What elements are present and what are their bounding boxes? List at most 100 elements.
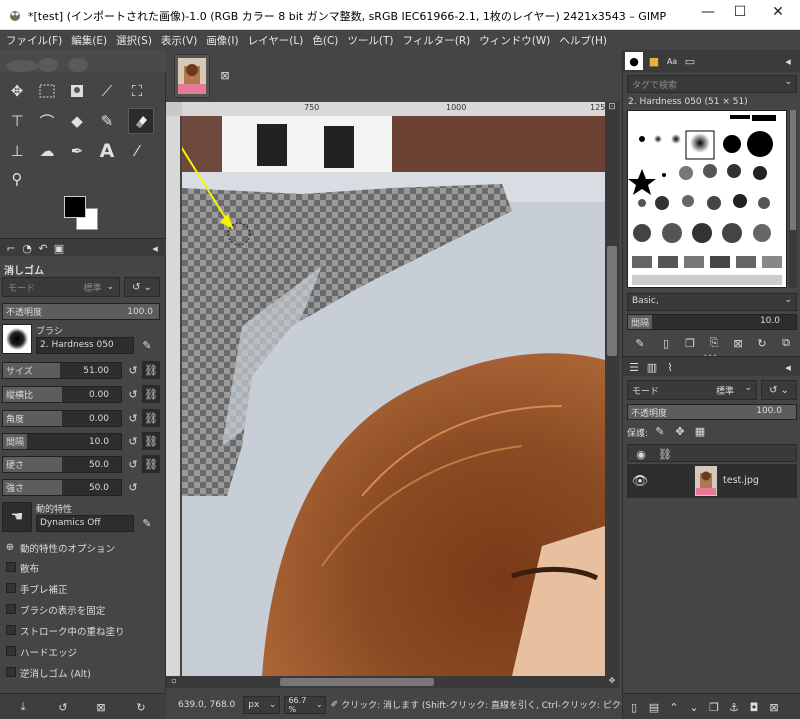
- unit-select[interactable]: px ⌄: [243, 695, 281, 714]
- color-picker-tool-icon[interactable]: ⁄: [124, 138, 150, 164]
- menu-edit[interactable]: 編集(E): [71, 33, 107, 48]
- paths-tab-icon[interactable]: ⌇: [661, 358, 679, 376]
- raise-layer-icon[interactable]: ⌃: [665, 698, 683, 716]
- mask-layer-icon[interactable]: ◘: [745, 698, 763, 716]
- layer-mode-reset[interactable]: ↺ ⌄: [761, 380, 797, 400]
- layer-name[interactable]: test.jpg: [723, 475, 759, 486]
- document-history-tab-icon[interactable]: ▭: [681, 52, 699, 70]
- new-layer-group-icon[interactable]: ▤: [645, 698, 663, 716]
- smoothing-checkbox[interactable]: [6, 583, 16, 593]
- menu-layer[interactable]: レイヤー(L): [248, 33, 304, 48]
- delete-options-icon[interactable]: ⊠: [92, 698, 110, 716]
- restore-options-icon[interactable]: ↺: [54, 698, 72, 716]
- incremental-checkbox[interactable]: [6, 625, 16, 635]
- navigate-icon[interactable]: ✥: [605, 676, 619, 688]
- warp-transform-tool-icon[interactable]: ⌒: [34, 108, 60, 134]
- aspect-link-icon[interactable]: ⛓: [142, 385, 160, 403]
- paintbrush-tool-icon[interactable]: ✎: [94, 108, 120, 134]
- angle-reset-icon[interactable]: ↺: [124, 409, 142, 427]
- delete-brush-icon[interactable]: ⊠: [729, 334, 747, 352]
- save-options-icon[interactable]: ⤓: [14, 698, 32, 716]
- brush-preset-field[interactable]: Basic, ⌄: [627, 293, 797, 311]
- force-reset-icon[interactable]: ↺: [124, 478, 142, 496]
- patterns-tab-icon[interactable]: ■: [645, 52, 663, 70]
- force-slider[interactable]: 強さ 50.0: [2, 479, 122, 496]
- aspect-ratio-slider[interactable]: 縦横比 0.00: [2, 386, 122, 403]
- menu-view[interactable]: 表示(V): [161, 33, 197, 48]
- text-tool-icon[interactable]: A: [94, 138, 120, 164]
- brush-spacing-slider[interactable]: 間隔 10.0: [627, 314, 797, 330]
- vertical-scroll-thumb[interactable]: [607, 246, 617, 356]
- spacing-reset-icon[interactable]: ↺: [124, 432, 142, 450]
- layer-row[interactable]: 👁 test.jpg: [627, 464, 797, 498]
- brush-tag-filter[interactable]: タグで検索 ⌄: [627, 75, 797, 93]
- edit-brush-button-icon[interactable]: ✎: [631, 334, 649, 352]
- size-link-icon[interactable]: ⛓: [142, 361, 160, 379]
- expand-plus-icon[interactable]: ⊕: [1, 538, 19, 556]
- aspect-reset-icon[interactable]: ↺: [124, 385, 142, 403]
- menu-select[interactable]: 選択(S): [116, 33, 152, 48]
- open-as-image-icon[interactable]: ⧉: [777, 334, 795, 352]
- unified-transform-tool-icon[interactable]: ⊤: [4, 108, 30, 134]
- refresh-brushes-icon[interactable]: ↻: [753, 334, 771, 352]
- anchor-layer-icon[interactable]: ⚓: [725, 698, 743, 716]
- size-reset-icon[interactable]: ↺: [124, 361, 142, 379]
- layer-opacity-slider[interactable]: 不透明度 100.0: [627, 404, 797, 420]
- close-button[interactable]: ✕: [760, 4, 796, 26]
- quick-mask-corner-icon[interactable]: [166, 102, 182, 116]
- reset-options-icon[interactable]: ↻: [132, 698, 150, 716]
- menu-colors[interactable]: 色(C): [312, 33, 338, 48]
- quick-mask-toggle-icon[interactable]: ▫: [166, 676, 182, 688]
- layer-mode-select[interactable]: モード 標準 ⌄: [627, 380, 757, 400]
- horizontal-ruler[interactable]: 750 1000 125: [182, 102, 605, 116]
- brush-name-field[interactable]: 2. Hardness 050: [36, 337, 134, 354]
- rect-select-tool-icon[interactable]: [34, 78, 60, 104]
- hard-edge-checkbox[interactable]: [6, 646, 16, 656]
- channels-tab-icon[interactable]: ▥: [643, 358, 661, 376]
- mode-select[interactable]: モード 標準 ⌄: [2, 277, 120, 297]
- lock-brush-checkbox[interactable]: [6, 604, 16, 614]
- edit-brush-icon[interactable]: ✎: [138, 336, 156, 354]
- new-layer-icon[interactable]: ▯: [625, 698, 643, 716]
- brushes-tab-icon[interactable]: ●: [625, 52, 643, 70]
- free-select-tool-icon[interactable]: [64, 78, 90, 104]
- edit-dynamics-icon[interactable]: ✎: [138, 514, 156, 532]
- scatter-checkbox[interactable]: [6, 562, 16, 572]
- brush-grid-scrollbar[interactable]: [789, 110, 797, 288]
- dynamics-options-expander[interactable]: 動的特性のオプション: [20, 541, 115, 555]
- image-tab[interactable]: [174, 54, 210, 98]
- paths-tool-icon[interactable]: ✒: [64, 138, 90, 164]
- clone-tool-icon[interactable]: ⊥: [4, 138, 30, 164]
- duplicate-brush-icon[interactable]: ❐: [681, 334, 699, 352]
- panel-menu-icon[interactable]: ◂: [146, 239, 164, 257]
- angle-slider[interactable]: 角度 0.00: [2, 410, 122, 427]
- delete-layer-icon[interactable]: ⊠: [765, 698, 783, 716]
- dynamics-name-field[interactable]: Dynamics Off: [36, 515, 134, 532]
- move-tool-icon[interactable]: ✥: [4, 78, 30, 104]
- fuzzy-select-tool-icon[interactable]: ⟋: [94, 78, 120, 104]
- hardness-reset-icon[interactable]: ↺: [124, 455, 142, 473]
- angle-link-icon[interactable]: ⛓: [142, 409, 160, 427]
- crop-tool-icon[interactable]: ⛶: [124, 78, 150, 104]
- zoom-follow-icon[interactable]: ⊡: [605, 102, 619, 116]
- duplicate-layer-icon[interactable]: ❐: [705, 698, 723, 716]
- zoom-tool-icon[interactable]: ⚲: [4, 166, 30, 192]
- vertical-ruler[interactable]: [166, 116, 180, 676]
- lock-alpha-icon[interactable]: ▦: [691, 422, 709, 440]
- horizontal-scroll-thumb[interactable]: [280, 678, 434, 686]
- hardness-link-icon[interactable]: ⛓: [142, 455, 160, 473]
- minimize-button[interactable]: —: [690, 4, 726, 26]
- lock-position-icon[interactable]: ✥: [671, 422, 689, 440]
- canvas[interactable]: [182, 116, 605, 676]
- menu-file[interactable]: ファイル(F): [6, 33, 62, 48]
- fonts-tab-icon[interactable]: Aa: [663, 52, 681, 70]
- spacing-slider[interactable]: 間隔 10.0: [2, 433, 122, 450]
- eye-icon[interactable]: 👁: [631, 472, 649, 490]
- brush-grid-scroll-thumb[interactable]: [790, 110, 796, 230]
- dynamics-preview-icon[interactable]: ☚: [2, 502, 32, 532]
- horizontal-scrollbar[interactable]: [182, 676, 605, 688]
- menu-image[interactable]: 画像(I): [206, 33, 238, 48]
- menu-windows[interactable]: ウィンドウ(W): [479, 33, 550, 48]
- anti-erase-checkbox[interactable]: [6, 667, 16, 677]
- new-brush-icon[interactable]: ▯: [657, 334, 675, 352]
